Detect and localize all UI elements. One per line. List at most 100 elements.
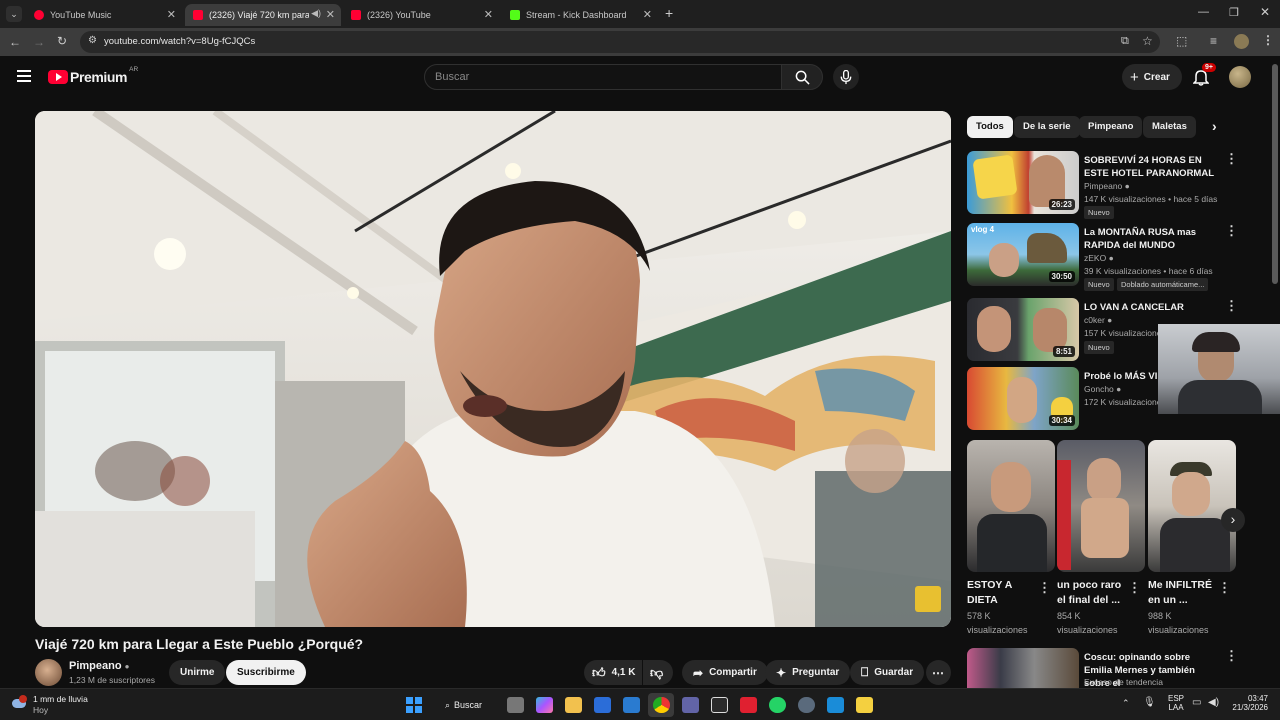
more-options-icon[interactable]: ⋮: [1038, 580, 1051, 596]
minimize-button[interactable]: —: [1198, 6, 1209, 18]
more-options-icon[interactable]: ⋮: [1225, 298, 1238, 314]
capcut-icon[interactable]: [711, 697, 728, 713]
chrome-icon[interactable]: [653, 697, 670, 713]
reload-icon[interactable]: ↻: [57, 34, 67, 48]
microphone-tray-icon[interactable]: 🎙︎: [1143, 697, 1156, 708]
language-code: ESP: [1167, 694, 1184, 703]
save-button[interactable]: ⎕ Guardar: [850, 660, 925, 685]
site-info-icon[interactable]: ⚙: [88, 35, 97, 46]
app-icon[interactable]: [856, 697, 873, 713]
bookmark-star-icon[interactable]: ☆: [1142, 34, 1153, 48]
tab-youtube-music[interactable]: YouTube Music ✕: [26, 4, 182, 26]
more-actions-button[interactable]: ⋯: [926, 660, 951, 685]
monitor-icon[interactable]: ▭: [1192, 697, 1201, 708]
video-player[interactable]: [35, 111, 951, 627]
voice-search-button[interactable]: [833, 64, 859, 90]
dislike-button[interactable]: 👎︎: [643, 660, 673, 685]
shorts-next-button[interactable]: ›: [1221, 508, 1245, 532]
teams-icon[interactable]: [682, 697, 699, 713]
steam-icon[interactable]: [798, 697, 815, 713]
create-button[interactable]: + Crear: [1122, 64, 1182, 90]
chip-channel[interactable]: Pimpeano: [1079, 116, 1143, 138]
forward-icon[interactable]: →: [33, 35, 45, 49]
tab-kick-dashboard[interactable]: Stream - Kick Dashboard ✕: [502, 4, 658, 26]
profile-avatar[interactable]: [1234, 34, 1249, 49]
outlook-icon[interactable]: [623, 697, 640, 713]
chip-suitcases[interactable]: Maletas: [1143, 116, 1196, 138]
file-explorer-icon[interactable]: [565, 697, 582, 713]
media-control-icon[interactable]: ≡: [1210, 34, 1217, 48]
page-scrollbar[interactable]: [1272, 64, 1278, 284]
chip-all[interactable]: Todos: [967, 116, 1013, 138]
chevron-right-icon[interactable]: ›: [1212, 118, 1217, 134]
short-thumbnail[interactable]: [1148, 440, 1236, 572]
recommended-video[interactable]: vlog 4 30:50 La MONTAÑA RUSA mas RAPIDA …: [967, 223, 1267, 291]
join-button[interactable]: Unirme: [169, 660, 226, 685]
search-input[interactable]: Buscar: [424, 64, 782, 90]
recommended-title: La MONTAÑA RUSA mas RAPIDA del MUNDO: [1084, 227, 1197, 251]
app-icon[interactable]: [827, 697, 844, 713]
whatsapp-icon[interactable]: [769, 697, 786, 713]
taskbar-search[interactable]: ⌕ Buscar: [437, 695, 495, 715]
tab-youtube-home[interactable]: (2326) YouTube ✕: [343, 4, 499, 26]
channel-watermark[interactable]: [915, 586, 941, 612]
back-icon[interactable]: ←: [9, 35, 21, 49]
more-options-icon[interactable]: ⋮: [1225, 648, 1238, 664]
duration-badge: 30:34: [1048, 415, 1075, 426]
hamburger-menu-icon[interactable]: [17, 70, 31, 82]
account-avatar[interactable]: [1229, 66, 1251, 88]
language-indicator[interactable]: ESP LAA: [1165, 694, 1187, 712]
more-options-icon[interactable]: ⋮: [1225, 223, 1238, 239]
share-button[interactable]: ➦ Compartir: [682, 660, 768, 685]
subscribe-button[interactable]: Suscribirme: [226, 660, 306, 685]
extensions-icon[interactable]: ⬚: [1176, 34, 1187, 48]
windows-start-icon[interactable]: [406, 697, 422, 713]
close-window-button[interactable]: ✕: [1260, 5, 1270, 19]
weather-icon[interactable]: [12, 695, 28, 711]
recommended-video[interactable]: 26:23 SOBREVIVÍ 24 HORAS EN ESTE HOTEL P…: [967, 151, 1267, 219]
close-tab-icon[interactable]: ✕: [326, 8, 335, 21]
close-tab-icon[interactable]: ✕: [167, 8, 176, 21]
webcam-overlay: [1158, 324, 1280, 414]
chip-series[interactable]: De la serie: [1014, 116, 1080, 138]
more-options-icon[interactable]: ⋮: [1218, 580, 1231, 596]
url-field[interactable]: ⚙ youtube.com/watch?v=8Ug-fCJQCs: [80, 31, 1160, 53]
weather-text[interactable]: 1 mm de lluvia: [33, 694, 88, 704]
audio-playing-icon[interactable]: ◀): [311, 8, 321, 19]
short-thumbnail[interactable]: [967, 440, 1055, 572]
address-toolbar: ← → ↻ ⚙ youtube.com/watch?v=8Ug-fCJQCs ⧉…: [0, 28, 1280, 56]
recommended-meta: 39 K visualizaciones • hace 6 días: [1084, 266, 1213, 276]
like-button[interactable]: 👍︎ 4,1 K: [584, 660, 642, 685]
recommended-video[interactable]: Coscu: opinando sobre Emilia Mernes y ta…: [967, 648, 1267, 688]
tray-overflow-icon[interactable]: ⌃: [1122, 698, 1130, 709]
new-badge: Nuevo: [1084, 206, 1114, 219]
youtube-premium-logo[interactable]: Premium AR: [48, 65, 139, 85]
ask-button[interactable]: ✦ Preguntar: [765, 660, 851, 685]
restore-button[interactable]: ❐: [1229, 6, 1239, 19]
menu-kebab-icon[interactable]: ⋮: [1262, 33, 1274, 47]
short-thumbnail[interactable]: [1057, 440, 1145, 572]
store-icon[interactable]: [594, 697, 611, 713]
channel-name[interactable]: Pimpeano ●: [69, 660, 129, 672]
close-tab-icon[interactable]: ✕: [643, 8, 652, 21]
copilot-icon[interactable]: [536, 697, 553, 713]
browser-tab-bar: ⌄ YouTube Music ✕ (2326) Viajé 720 km pa…: [0, 0, 1280, 28]
install-app-icon[interactable]: ⧉: [1121, 35, 1129, 48]
recommended-channel: Pimpeano ●: [1084, 181, 1130, 191]
volume-icon[interactable]: ◀): [1208, 697, 1219, 708]
new-tab-button[interactable]: +: [665, 5, 673, 21]
more-options-icon[interactable]: ⋮: [1128, 580, 1141, 596]
search-button[interactable]: [781, 64, 823, 90]
notifications-button[interactable]: 9+: [1192, 63, 1216, 91]
clock[interactable]: 03:47 21/3/2026: [1228, 694, 1268, 712]
tab-current-video[interactable]: (2326) Viajé 720 km para Ll ◀) ✕: [185, 4, 341, 26]
app-w-icon[interactable]: [740, 697, 757, 713]
channel-avatar[interactable]: [35, 659, 62, 686]
region-code: AR: [129, 65, 139, 73]
short-title: ESTOY A DIETA: [967, 579, 1012, 606]
more-options-icon[interactable]: ⋮: [1225, 151, 1238, 167]
task-view-icon[interactable]: [507, 697, 524, 713]
close-tab-icon[interactable]: ✕: [484, 8, 493, 21]
notification-badge: 9+: [1202, 63, 1216, 72]
tab-search-icon[interactable]: ⌄: [6, 6, 22, 22]
